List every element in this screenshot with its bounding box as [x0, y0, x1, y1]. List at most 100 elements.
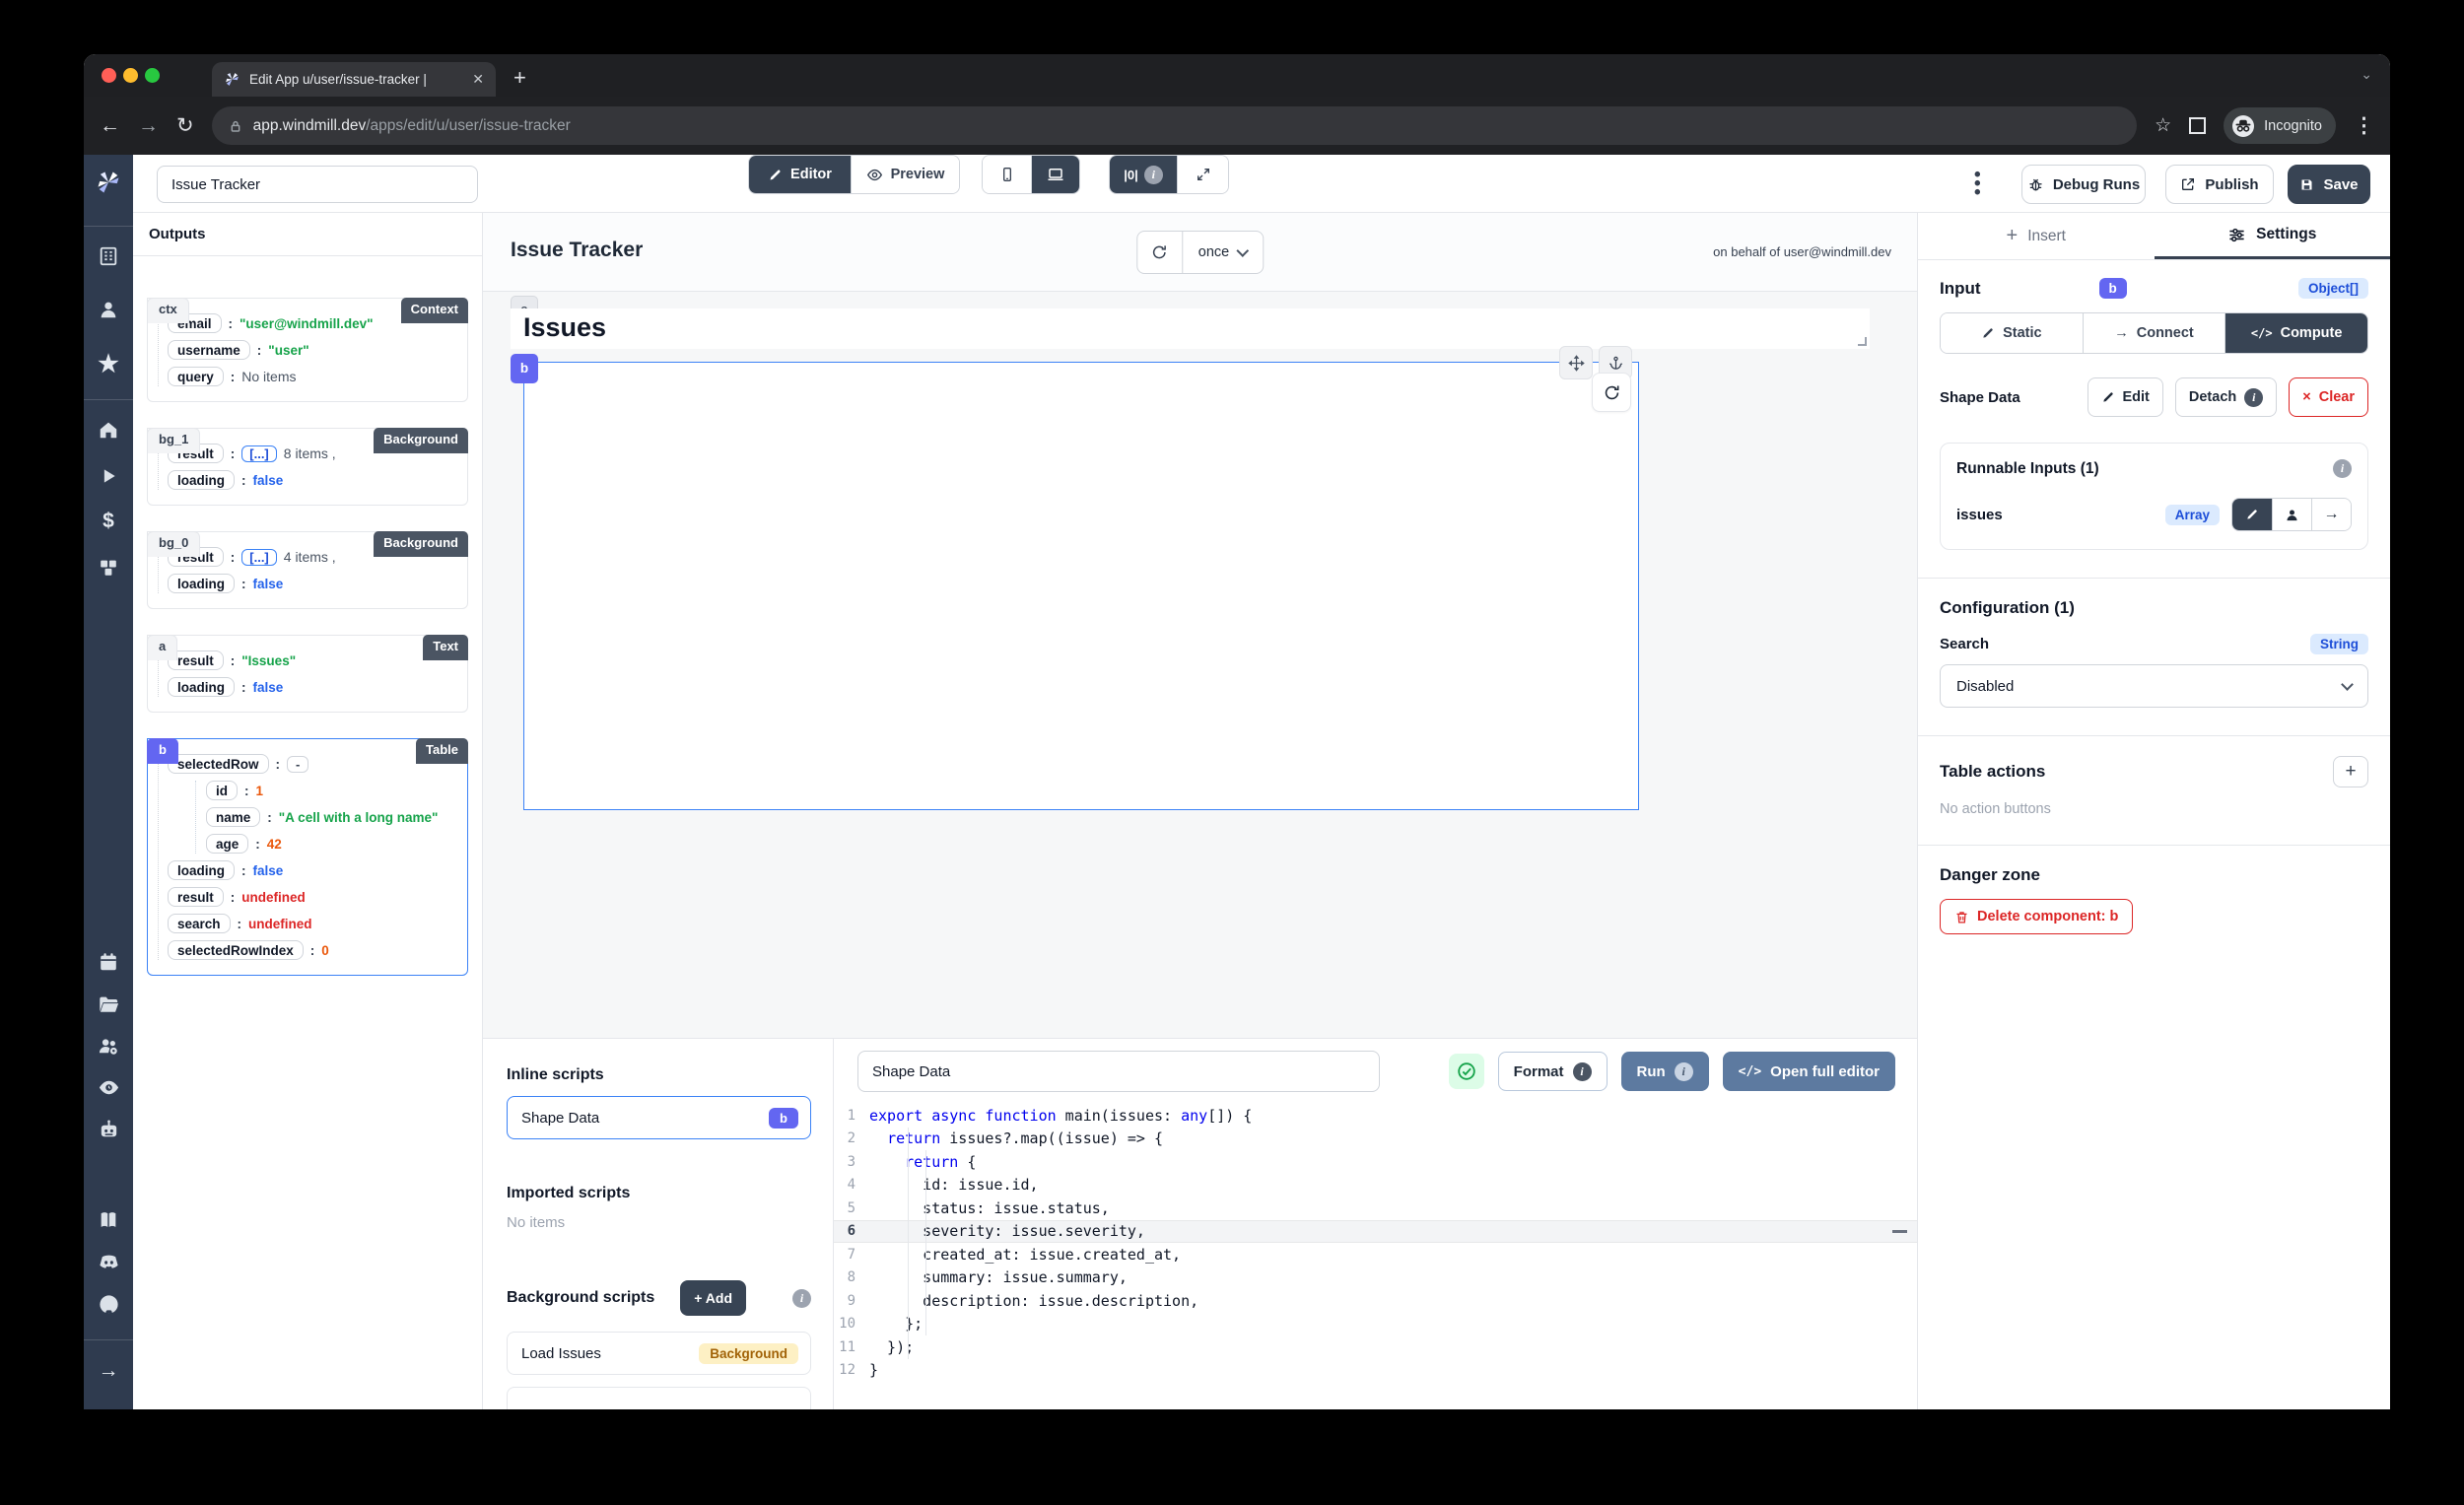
move-handle-icon[interactable] — [1559, 346, 1593, 379]
code-line[interactable]: 1export async function main(issues: any[… — [834, 1104, 1917, 1128]
connect-output-button[interactable]: → — [2311, 499, 2351, 530]
reload-icon[interactable]: ↻ — [176, 113, 194, 138]
output-key-chip[interactable]: name — [206, 807, 260, 827]
add-table-action-button[interactable]: + — [2333, 756, 2368, 787]
output-card-id[interactable]: bg_1 — [147, 428, 200, 453]
expand-sidebar-arrow-icon[interactable]: → — [84, 1359, 133, 1383]
tab-editor[interactable]: Editor — [749, 156, 851, 193]
code-line[interactable]: 10 }; — [834, 1313, 1917, 1336]
audit-eye-icon[interactable] — [84, 1076, 133, 1104]
windmill-logo-icon[interactable] — [84, 169, 133, 201]
app-name-input[interactable] — [157, 166, 478, 203]
output-key-chip[interactable]: username — [168, 340, 250, 360]
schedules-calendar-icon[interactable] — [84, 951, 133, 978]
output-key-chip[interactable]: age — [206, 834, 248, 854]
component-a-textbox[interactable]: Issues — [511, 308, 1870, 349]
inline-script-item[interactable]: Shape Datab — [507, 1096, 811, 1139]
code-line[interactable]: 7 created_at: issue.created_at, — [834, 1243, 1917, 1266]
compute-mode-button[interactable]: </> Compute — [2224, 313, 2367, 353]
code-line[interactable]: 3 return { — [834, 1150, 1917, 1174]
output-card-id[interactable]: b — [147, 738, 178, 764]
code-editor[interactable]: 1export async function main(issues: any[… — [834, 1104, 1917, 1409]
back-icon[interactable]: ← — [100, 114, 120, 138]
address-bar[interactable]: app.windmill.dev/apps/edit/u/user/issue-… — [212, 106, 2137, 145]
new-tab-button[interactable]: + — [513, 64, 526, 92]
static-mode-button[interactable]: Static — [1941, 313, 2083, 353]
github-icon[interactable] — [84, 1293, 133, 1321]
resize-handle-icon[interactable] — [1858, 337, 1867, 346]
more-menu-icon[interactable]: ••• — [1974, 171, 1981, 197]
component-b-table[interactable]: b — [523, 362, 1639, 810]
save-button[interactable]: Save — [2288, 165, 2370, 204]
fullscreen-button[interactable] — [1177, 156, 1228, 193]
add-background-script-button[interactable]: + Add — [680, 1280, 746, 1316]
refresh-mode-select[interactable]: once — [1183, 232, 1263, 273]
delete-component-button[interactable]: Delete component: b — [1940, 899, 2133, 934]
code-line[interactable]: 8 summary: issue.summary, — [834, 1266, 1917, 1290]
output-collapse-chip[interactable]: [...] — [241, 549, 277, 566]
minimize-window-button[interactable] — [123, 68, 138, 83]
output-key-chip[interactable]: query — [168, 367, 224, 386]
mobile-view-button[interactable] — [983, 156, 1031, 193]
run-button[interactable]: Run i — [1621, 1052, 1709, 1091]
home-icon[interactable] — [84, 419, 133, 445]
hide-schema-button[interactable]: |0| i — [1110, 156, 1177, 193]
browser-tab[interactable]: Edit App u/user/issue-tracker | ✕ — [212, 62, 496, 97]
search-select[interactable]: Disabled — [1940, 664, 2368, 708]
output-key-chip[interactable]: selectedRowIndex — [168, 940, 304, 960]
output-collapse-chip[interactable]: [...] — [241, 445, 277, 462]
debug-runs-button[interactable]: Debug Runs — [2021, 165, 2146, 204]
output-key-chip[interactable]: id — [206, 781, 238, 800]
output-card-id[interactable]: bg_0 — [147, 531, 200, 557]
clear-script-button[interactable]: × Clear — [2289, 377, 2368, 417]
refresh-component-button[interactable] — [1592, 373, 1631, 412]
output-collapse-chip[interactable]: - — [287, 756, 308, 773]
output-key-chip[interactable]: selectedRow — [168, 754, 269, 774]
app-canvas[interactable]: a Issues b — [483, 292, 1917, 1038]
docs-book-icon[interactable] — [84, 1209, 133, 1236]
tab-insert[interactable]: + Insert — [1918, 213, 2155, 259]
folders-icon[interactable] — [84, 993, 133, 1020]
edit-script-button[interactable]: Edit — [2088, 377, 2163, 417]
code-line[interactable]: 9 description: issue.description, — [834, 1289, 1917, 1313]
code-line[interactable]: 12} — [834, 1359, 1917, 1383]
output-key-chip[interactable]: result — [168, 887, 224, 907]
open-full-editor-button[interactable]: </> Open full editor — [1723, 1052, 1895, 1091]
desktop-view-button[interactable] — [1031, 156, 1079, 193]
code-line[interactable]: 11 }); — [834, 1335, 1917, 1359]
code-line[interactable]: 4 id: issue.id, — [834, 1174, 1917, 1197]
static-edit-button[interactable] — [2232, 499, 2272, 530]
user-icon[interactable] — [84, 299, 133, 325]
output-card-id[interactable]: a — [147, 635, 177, 660]
output-key-chip[interactable]: loading — [168, 574, 235, 593]
close-tab-icon[interactable]: ✕ — [472, 71, 484, 88]
side-panel-icon[interactable] — [2189, 117, 2206, 134]
user-input-button[interactable] — [2272, 499, 2311, 530]
variables-dollar-icon[interactable]: $ — [84, 510, 133, 533]
output-key-chip[interactable]: search — [168, 914, 231, 933]
zoom-window-button[interactable] — [145, 68, 160, 83]
favorites-star-icon[interactable]: ★ — [84, 350, 133, 378]
tab-settings[interactable]: Settings — [2155, 213, 2391, 259]
bookmark-star-icon[interactable]: ☆ — [2155, 114, 2171, 137]
runs-play-icon[interactable] — [84, 466, 133, 491]
refresh-app-button[interactable] — [1137, 232, 1183, 273]
code-line[interactable]: 2 return issues?.map((issue) => { — [834, 1128, 1917, 1151]
output-key-chip[interactable]: loading — [168, 677, 235, 697]
resources-cubes-icon[interactable] — [84, 557, 133, 583]
background-script-item[interactable]: Load IssuesBackground — [507, 1332, 811, 1375]
workspace-building-icon[interactable] — [84, 245, 133, 272]
tab-preview[interactable]: Preview — [851, 156, 959, 193]
browser-menu-icon[interactable]: ⋮ — [2354, 113, 2374, 138]
groups-users-icon[interactable] — [84, 1035, 133, 1062]
discord-icon[interactable] — [84, 1251, 133, 1278]
code-line[interactable]: 5 status: issue.status, — [834, 1197, 1917, 1220]
output-key-chip[interactable]: loading — [168, 860, 235, 880]
component-b-chip[interactable]: b — [511, 354, 538, 383]
output-key-chip[interactable]: loading — [168, 470, 235, 490]
code-line[interactable]: 6 severity: issue.severity, — [834, 1220, 1917, 1244]
script-name-input[interactable] — [857, 1051, 1380, 1092]
workers-robot-icon[interactable] — [84, 1119, 133, 1146]
tab-search-chevron-icon[interactable]: ⌄ — [2361, 66, 2372, 83]
publish-button[interactable]: Publish — [2165, 165, 2274, 204]
